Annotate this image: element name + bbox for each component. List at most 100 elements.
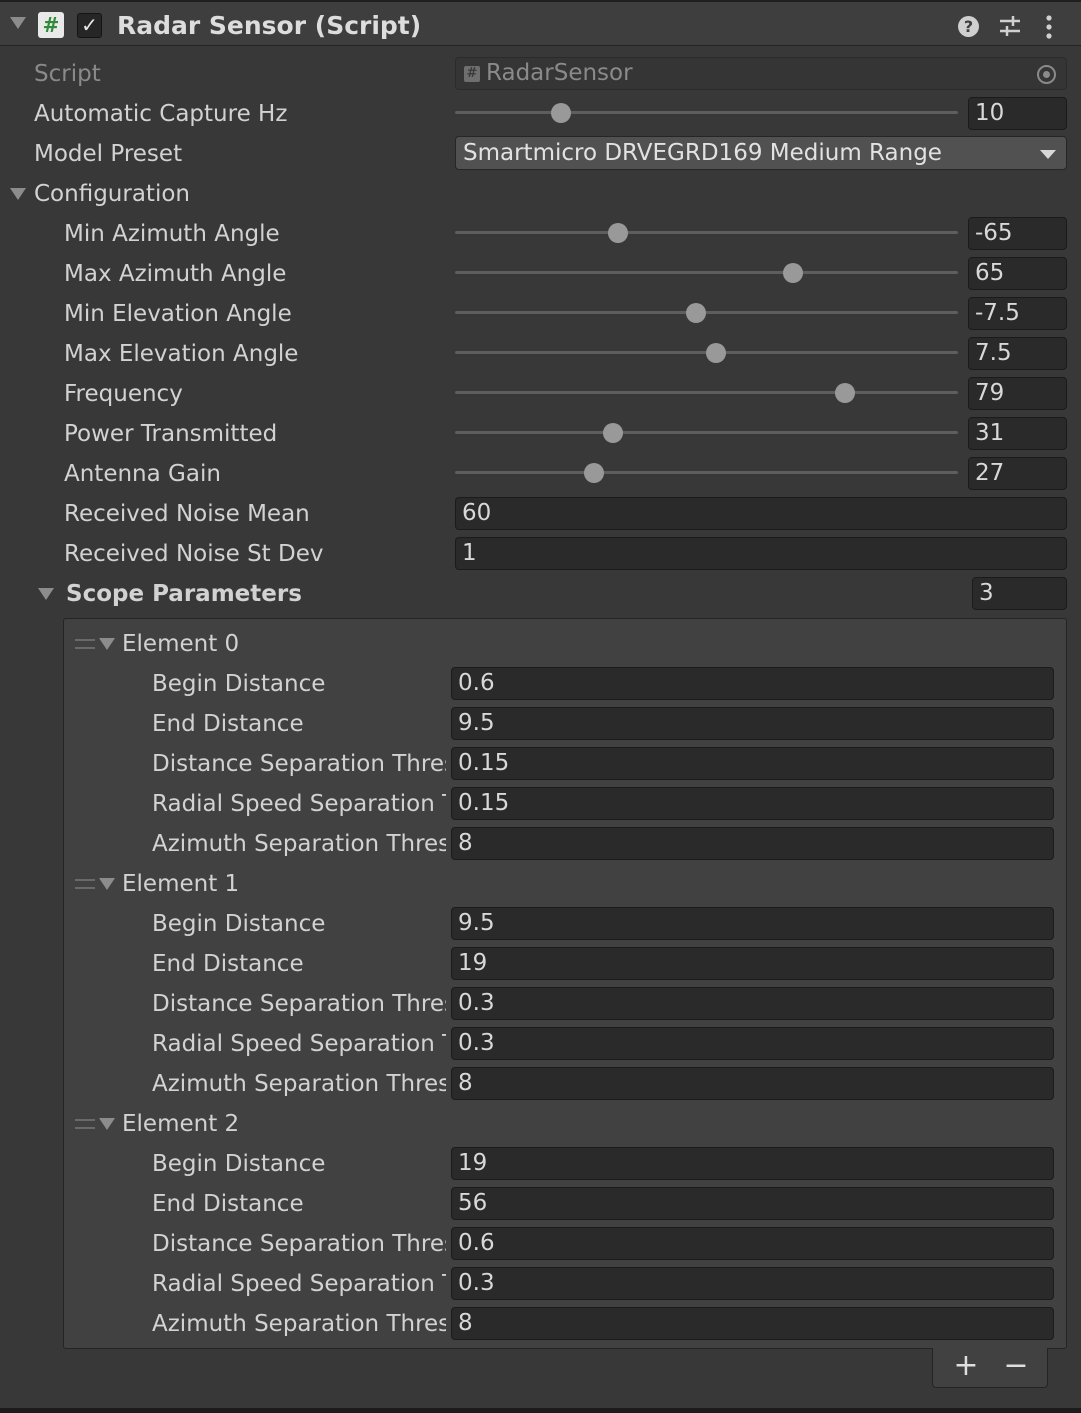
azimuth-separation-field[interactable]: 8 — [451, 827, 1054, 860]
drag-handle-icon[interactable] — [75, 879, 95, 889]
model-preset-value: Smartmicro DRVEGRD169 Medium Range — [463, 140, 942, 166]
scope-count-field[interactable]: 3 — [972, 577, 1067, 610]
max-elevation-label: Max Elevation Angle — [64, 341, 299, 367]
script-value: RadarSensor — [486, 60, 633, 86]
radial-speed-separation-label: Radial Speed Separation T — [152, 1031, 446, 1057]
distance-separation-label: Distance Separation Thres — [152, 991, 446, 1017]
radial-speed-separation-field[interactable]: 0.15 — [451, 787, 1054, 820]
begin-distance-field[interactable]: 0.6 — [451, 667, 1054, 700]
add-element-button[interactable]: + — [941, 1348, 991, 1386]
end-distance-label: End Distance — [152, 1191, 304, 1217]
max-azimuth-field[interactable]: 65 — [968, 257, 1067, 290]
radial-speed-separation-label: Radial Speed Separation T — [152, 1271, 446, 1297]
antenna-gain-slider[interactable] — [455, 463, 958, 483]
configuration-foldout-icon[interactable] — [10, 188, 26, 200]
min-azimuth-field[interactable]: -65 — [968, 217, 1067, 250]
element-title[interactable]: Element 0 — [122, 630, 239, 658]
capture-hz-label: Automatic Capture Hz — [34, 101, 288, 127]
radial-speed-separation-label: Radial Speed Separation T — [152, 791, 446, 817]
noise-stdev-label: Received Noise St Dev — [64, 541, 324, 567]
slider-thumb[interactable] — [783, 263, 804, 283]
antenna-gain-field[interactable]: 27 — [968, 457, 1067, 490]
object-picker-icon[interactable] — [1037, 65, 1056, 84]
slider-thumb[interactable] — [584, 463, 605, 483]
radial-speed-separation-field[interactable]: 0.3 — [451, 1027, 1054, 1060]
scope-foldout-icon[interactable] — [38, 588, 54, 600]
frequency-slider[interactable] — [455, 383, 958, 403]
element-title[interactable]: Element 2 — [122, 1110, 239, 1138]
slider-thumb[interactable] — [835, 383, 856, 403]
max-azimuth-slider[interactable] — [455, 263, 958, 283]
noise-stdev-field[interactable]: 1 — [455, 537, 1067, 570]
end-distance-field[interactable]: 19 — [451, 947, 1054, 980]
more-icon[interactable] — [1040, 14, 1058, 40]
min-elevation-slider[interactable] — [455, 303, 958, 323]
script-icon: # — [38, 12, 64, 38]
begin-distance-field[interactable]: 19 — [451, 1147, 1054, 1180]
distance-separation-field[interactable]: 0.6 — [451, 1227, 1054, 1260]
chevron-down-icon — [1040, 150, 1056, 159]
max-elevation-field[interactable]: 7.5 — [968, 337, 1067, 370]
begin-distance-label: Begin Distance — [152, 911, 326, 937]
min-elevation-label: Min Elevation Angle — [64, 301, 292, 327]
azimuth-separation-label: Azimuth Separation Thresh — [152, 831, 446, 857]
min-azimuth-slider[interactable] — [455, 223, 958, 243]
azimuth-separation-field[interactable]: 8 — [451, 1307, 1054, 1340]
capture-hz-slider[interactable] — [455, 103, 958, 123]
end-distance-field[interactable]: 9.5 — [451, 707, 1054, 740]
model-preset-dropdown[interactable]: Smartmicro DRVEGRD169 Medium Range — [455, 136, 1067, 170]
min-elevation-field[interactable]: -7.5 — [968, 297, 1067, 330]
element-foldout-icon[interactable] — [99, 1118, 115, 1130]
script-icon: # — [464, 66, 480, 82]
distance-separation-label: Distance Separation Thres — [152, 1231, 446, 1257]
component-enabled-checkbox[interactable]: ✓ — [77, 13, 102, 38]
azimuth-separation-field[interactable]: 8 — [451, 1067, 1054, 1100]
begin-distance-label: Begin Distance — [152, 1151, 326, 1177]
distance-separation-label: Distance Separation Thres — [152, 751, 446, 777]
drag-handle-icon[interactable] — [75, 639, 95, 649]
slider-thumb[interactable] — [608, 223, 629, 243]
end-distance-label: End Distance — [152, 711, 304, 737]
distance-separation-field[interactable]: 0.3 — [451, 987, 1054, 1020]
azimuth-separation-label: Azimuth Separation Thresh — [152, 1311, 446, 1337]
power-transmitted-slider[interactable] — [455, 423, 958, 443]
foldout-arrow-icon[interactable] — [10, 17, 26, 29]
presets-icon[interactable] — [998, 14, 1022, 38]
component-title: Radar Sensor (Script) — [117, 11, 422, 40]
slider-thumb[interactable] — [706, 343, 727, 363]
capture-hz-field[interactable]: 10 — [968, 97, 1067, 130]
divider — [0, 1408, 1081, 1413]
azimuth-separation-label: Azimuth Separation Thresh — [152, 1071, 446, 1097]
power-transmitted-label: Power Transmitted — [64, 421, 278, 447]
component-header: # ✓ Radar Sensor (Script) ? — [0, 0, 1081, 46]
script-label: Script — [34, 61, 101, 87]
slider-thumb[interactable] — [550, 103, 571, 123]
slider-thumb[interactable] — [685, 303, 706, 323]
drag-handle-icon[interactable] — [75, 1119, 95, 1129]
distance-separation-field[interactable]: 0.15 — [451, 747, 1054, 780]
slider-thumb[interactable] — [602, 423, 623, 443]
configuration-label[interactable]: Configuration — [34, 180, 190, 208]
element-title[interactable]: Element 1 — [122, 870, 239, 898]
radial-speed-separation-field[interactable]: 0.3 — [451, 1267, 1054, 1300]
noise-mean-field[interactable]: 60 — [455, 497, 1067, 530]
script-field[interactable]: # RadarSensor — [455, 57, 1067, 90]
frequency-field[interactable]: 79 — [968, 377, 1067, 410]
noise-mean-label: Received Noise Mean — [64, 501, 310, 527]
element-foldout-icon[interactable] — [99, 878, 115, 890]
max-azimuth-label: Max Azimuth Angle — [64, 261, 287, 287]
power-transmitted-field[interactable]: 31 — [968, 417, 1067, 450]
max-elevation-slider[interactable] — [455, 343, 958, 363]
help-icon[interactable]: ? — [958, 16, 979, 37]
model-preset-label: Model Preset — [34, 141, 183, 167]
end-distance-label: End Distance — [152, 951, 304, 977]
begin-distance-label: Begin Distance — [152, 671, 326, 697]
frequency-label: Frequency — [64, 381, 183, 407]
remove-element-button[interactable]: − — [991, 1348, 1041, 1386]
antenna-gain-label: Antenna Gain — [64, 461, 221, 487]
end-distance-field[interactable]: 56 — [451, 1187, 1054, 1220]
min-azimuth-label: Min Azimuth Angle — [64, 221, 280, 247]
scope-parameters-label[interactable]: Scope Parameters — [66, 580, 302, 608]
begin-distance-field[interactable]: 9.5 — [451, 907, 1054, 940]
element-foldout-icon[interactable] — [99, 638, 115, 650]
